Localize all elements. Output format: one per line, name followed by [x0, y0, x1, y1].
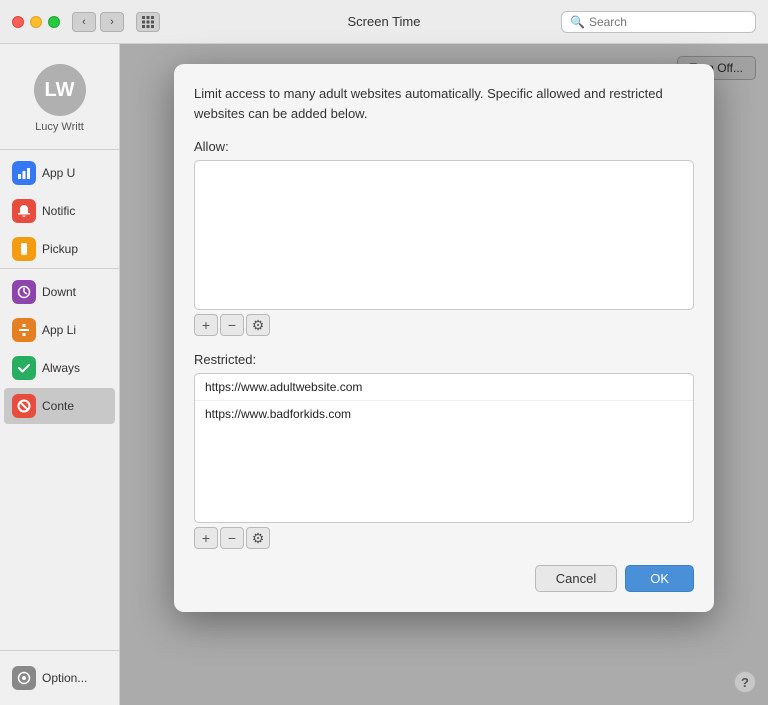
allow-list-controls: + − ⚙: [194, 314, 694, 336]
pickups-icon: [12, 237, 36, 261]
sidebar-item-downtime-label: Downt: [42, 285, 76, 299]
sidebar-item-always-on[interactable]: Always: [4, 350, 115, 386]
search-bar[interactable]: 🔍: [561, 11, 756, 33]
sidebar-divider: [0, 149, 119, 150]
restricted-item-1[interactable]: https://www.badforkids.com: [195, 401, 693, 427]
user-name: Lucy Writt: [0, 121, 119, 133]
avatar: LW: [34, 64, 86, 116]
allow-remove-button[interactable]: −: [220, 314, 244, 336]
restricted-add-button[interactable]: +: [194, 527, 218, 549]
sidebar-item-options[interactable]: Option...: [4, 660, 115, 696]
close-button[interactable]: [12, 16, 24, 28]
options-icon: [12, 666, 36, 690]
sidebar-item-content[interactable]: Conte: [4, 388, 115, 424]
sidebar-item-downtime[interactable]: Downt: [4, 274, 115, 310]
traffic-lights: [12, 16, 60, 28]
sidebar-item-pickups[interactable]: Pickup: [4, 231, 115, 267]
sidebar-item-app-limits[interactable]: App Li: [4, 312, 115, 348]
dialog-overlay: Limit access to many adult websites auto…: [120, 44, 768, 705]
app-usage-icon: [12, 161, 36, 185]
forward-button[interactable]: ›: [100, 12, 124, 32]
cancel-button[interactable]: Cancel: [535, 565, 617, 592]
restricted-list: https://www.adultwebsite.com https://www…: [194, 373, 694, 523]
sidebar-item-app-usage[interactable]: App U: [4, 155, 115, 191]
ok-button[interactable]: OK: [625, 565, 694, 592]
sidebar-item-content-label: Conte: [42, 399, 74, 413]
restricted-settings-button[interactable]: ⚙: [246, 527, 270, 549]
allow-settings-button[interactable]: ⚙: [246, 314, 270, 336]
grid-button[interactable]: [136, 12, 160, 32]
sidebar-item-app-limits-label: App Li: [42, 323, 76, 337]
sidebar: LW Lucy Writt App U Notific: [0, 44, 120, 705]
search-input[interactable]: [589, 15, 747, 29]
maximize-button[interactable]: [48, 16, 60, 28]
window-title: Screen Time: [348, 14, 421, 29]
restricted-label: Restricted:: [194, 352, 694, 367]
minimize-button[interactable]: [30, 16, 42, 28]
dialog-footer: Cancel OK: [194, 565, 694, 592]
options-label: Option...: [42, 671, 87, 685]
restricted-list-controls: + − ⚙: [194, 527, 694, 549]
back-button[interactable]: ‹: [72, 12, 96, 32]
notifications-icon: [12, 199, 36, 223]
restricted-remove-button[interactable]: −: [220, 527, 244, 549]
sidebar-item-always-on-label: Always: [42, 361, 80, 375]
app-limits-icon: [12, 318, 36, 342]
help-button[interactable]: ?: [734, 671, 756, 693]
search-icon: 🔍: [570, 15, 585, 29]
sidebar-divider-2: [0, 268, 119, 269]
nav-buttons: ‹ ›: [72, 12, 160, 32]
sidebar-item-notifications-label: Notific: [42, 204, 75, 218]
sidebar-bottom: Option...: [0, 650, 119, 705]
dialog-description: Limit access to many adult websites auto…: [194, 84, 694, 123]
main-layout: LW Lucy Writt App U Notific: [0, 44, 768, 705]
sidebar-item-pickups-label: Pickup: [42, 242, 78, 256]
allow-list: [194, 160, 694, 310]
restricted-item-0[interactable]: https://www.adultwebsite.com: [195, 374, 693, 401]
sidebar-item-app-usage-label: App U: [42, 166, 75, 180]
allow-add-button[interactable]: +: [194, 314, 218, 336]
allow-label: Allow:: [194, 139, 694, 154]
dialog: Limit access to many adult websites auto…: [174, 64, 714, 612]
avatar-section: LW Lucy Writt: [0, 54, 119, 149]
content-area: Turn Off... Limit access to many adult w…: [120, 44, 768, 705]
titlebar: ‹ › Screen Time 🔍: [0, 0, 768, 44]
sidebar-item-notifications[interactable]: Notific: [4, 193, 115, 229]
downtime-icon: [12, 280, 36, 304]
content-icon: [12, 394, 36, 418]
always-on-icon: [12, 356, 36, 380]
